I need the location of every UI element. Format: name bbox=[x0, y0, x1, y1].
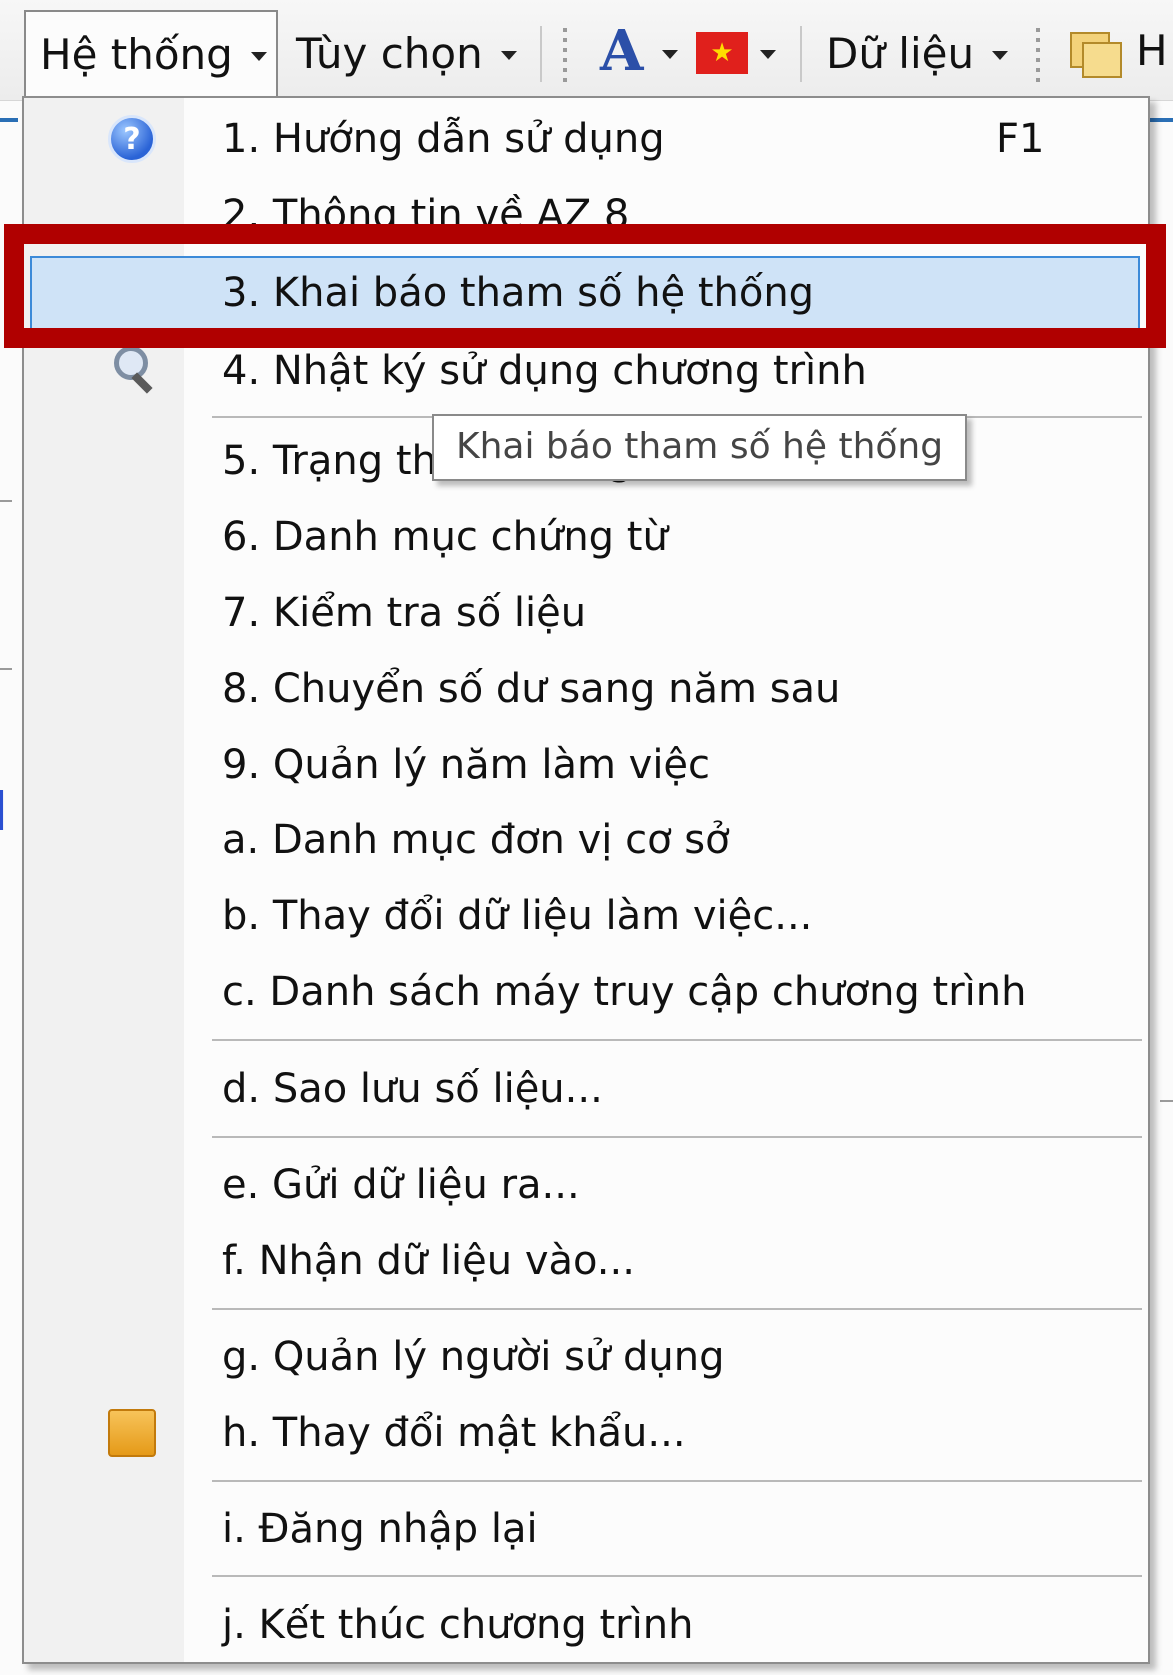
chevron-down-icon bbox=[760, 50, 776, 59]
background-window-rule bbox=[1160, 1100, 1173, 1102]
menu-item-danh-muc-don-vi[interactable]: a. Danh mục đơn vị cơ sở bbox=[24, 807, 1148, 873]
menu-item-gui-du-lieu[interactable]: e. Gửi dữ liệu ra... bbox=[24, 1152, 1148, 1218]
screen: ⎸ Hệ thống Tùy chọn A ★ Dữ liệu H ? 1. H… bbox=[0, 0, 1173, 1675]
menu-separator bbox=[212, 1480, 1142, 1482]
menu-item-dang-nhap-lai[interactable]: i. Đăng nhập lại bbox=[24, 1496, 1148, 1562]
menu-item-thay-doi-du-lieu[interactable]: b. Thay đổi dữ liệu làm việc... bbox=[24, 883, 1148, 949]
menu-item-label: 6. Danh mục chứng từ bbox=[222, 514, 668, 560]
menu-item-label: c. Danh sách máy truy cập chương trình bbox=[222, 969, 1027, 1015]
menu-item-label: b. Thay đổi dữ liệu làm việc... bbox=[222, 893, 813, 939]
menu-item-label: e. Gửi dữ liệu ra... bbox=[222, 1162, 580, 1208]
vietnam-flag-icon: ★ bbox=[696, 32, 748, 74]
menu-item-label: h. Thay đổi mật khẩu... bbox=[222, 1410, 686, 1456]
menu-item-danh-muc-chung-tu[interactable]: 6. Danh mục chứng từ bbox=[24, 504, 1148, 570]
menu-item-label: g. Quản lý người sử dụng bbox=[222, 1334, 725, 1380]
menu-he-thong[interactable]: Hệ thống bbox=[24, 10, 278, 96]
menu-item-label: j. Kết thúc chương trình bbox=[222, 1602, 694, 1648]
toolbar-grip bbox=[1036, 28, 1040, 82]
menu-tuy-chon[interactable]: Tùy chọn bbox=[296, 10, 526, 96]
chevron-down-icon bbox=[662, 50, 678, 59]
menu-item-label: 8. Chuyển số dư sang năm sau bbox=[222, 666, 841, 712]
background-window-accent bbox=[1150, 118, 1173, 122]
font-color-icon: A bbox=[600, 18, 643, 84]
menu-he-thong-label: Hệ thống bbox=[40, 29, 233, 79]
menu-tuy-chon-label: Tùy chọn bbox=[296, 28, 483, 78]
menu-item-nhan-du-lieu[interactable]: f. Nhận dữ liệu vào... bbox=[24, 1228, 1148, 1294]
menu-item-thay-doi-mat-khau[interactable]: h. Thay đổi mật khẩu... bbox=[24, 1400, 1148, 1466]
menu-item-label: 4. Nhật ký sử dụng chương trình bbox=[222, 348, 867, 394]
background-window-rule bbox=[0, 668, 12, 670]
flag-star: ★ bbox=[710, 38, 734, 68]
toolbar-grip bbox=[563, 28, 567, 82]
menu-item-label: 7. Kiểm tra số liệu bbox=[222, 590, 587, 636]
search-icon bbox=[108, 346, 156, 394]
font-color-button[interactable]: A bbox=[600, 0, 678, 100]
menu-separator bbox=[212, 1039, 1142, 1041]
menu-item-ket-thuc[interactable]: j. Kết thúc chương trình bbox=[24, 1592, 1148, 1658]
menu-item-label: d. Sao lưu số liệu... bbox=[222, 1066, 603, 1112]
chevron-down-icon bbox=[992, 50, 1009, 60]
menu-separator bbox=[212, 1575, 1142, 1577]
background-window-rule bbox=[0, 500, 12, 502]
help-icon: ? bbox=[108, 115, 156, 163]
main-toolbar: Hệ thống Tùy chọn A ★ Dữ liệu H bbox=[0, 0, 1173, 101]
menu-item-label: 1. Hướng dẫn sử dụng bbox=[222, 116, 665, 162]
chevron-down-icon bbox=[500, 50, 517, 60]
menu-separator bbox=[212, 1136, 1142, 1138]
menu-du-lieu-label: Dữ liệu bbox=[826, 28, 975, 78]
key-icon bbox=[108, 1409, 156, 1457]
toolbar-separator bbox=[540, 26, 542, 82]
menu-item-huong-dan[interactable]: ? 1. Hướng dẫn sử dụng F1 bbox=[24, 106, 1148, 172]
menu-item-kiem-tra-so-lieu[interactable]: 7. Kiểm tra số liệu bbox=[24, 580, 1148, 646]
folder-icon[interactable] bbox=[1070, 26, 1122, 78]
highlight-annotation-box bbox=[4, 224, 1166, 348]
menu-item-label: i. Đăng nhập lại bbox=[222, 1506, 538, 1552]
menu-item-label: a. Danh mục đơn vị cơ sở bbox=[222, 817, 730, 863]
menu-du-lieu[interactable]: Dữ liệu bbox=[826, 10, 1022, 96]
toolbar-separator bbox=[800, 26, 802, 82]
menu-item-label: f. Nhận dữ liệu vào... bbox=[222, 1238, 635, 1284]
chevron-down-icon bbox=[250, 51, 267, 61]
language-button[interactable]: ★ bbox=[696, 0, 778, 100]
menu-item-sao-luu[interactable]: d. Sao lưu số liệu... bbox=[24, 1056, 1148, 1122]
menu-item-quan-ly-nguoi-dung[interactable]: g. Quản lý người sử dụng bbox=[24, 1324, 1148, 1390]
menu-item-quan-ly-nam[interactable]: 9. Quản lý năm làm việc bbox=[24, 732, 1148, 798]
menu-item-shortcut: F1 bbox=[996, 116, 1045, 162]
menu-item-tooltip: Khai báo tham số hệ thống bbox=[432, 414, 968, 481]
menu-separator bbox=[212, 1308, 1142, 1310]
menu-item-label: 9. Quản lý năm làm việc bbox=[222, 742, 711, 788]
menu-item-danh-sach-may[interactable]: c. Danh sách máy truy cập chương trình bbox=[24, 959, 1148, 1025]
background-window-accent bbox=[0, 118, 18, 122]
menu-item-chuyen-so-du[interactable]: 8. Chuyển số dư sang năm sau bbox=[24, 656, 1148, 722]
toolbar-truncated-label[interactable]: H bbox=[1136, 26, 1168, 75]
